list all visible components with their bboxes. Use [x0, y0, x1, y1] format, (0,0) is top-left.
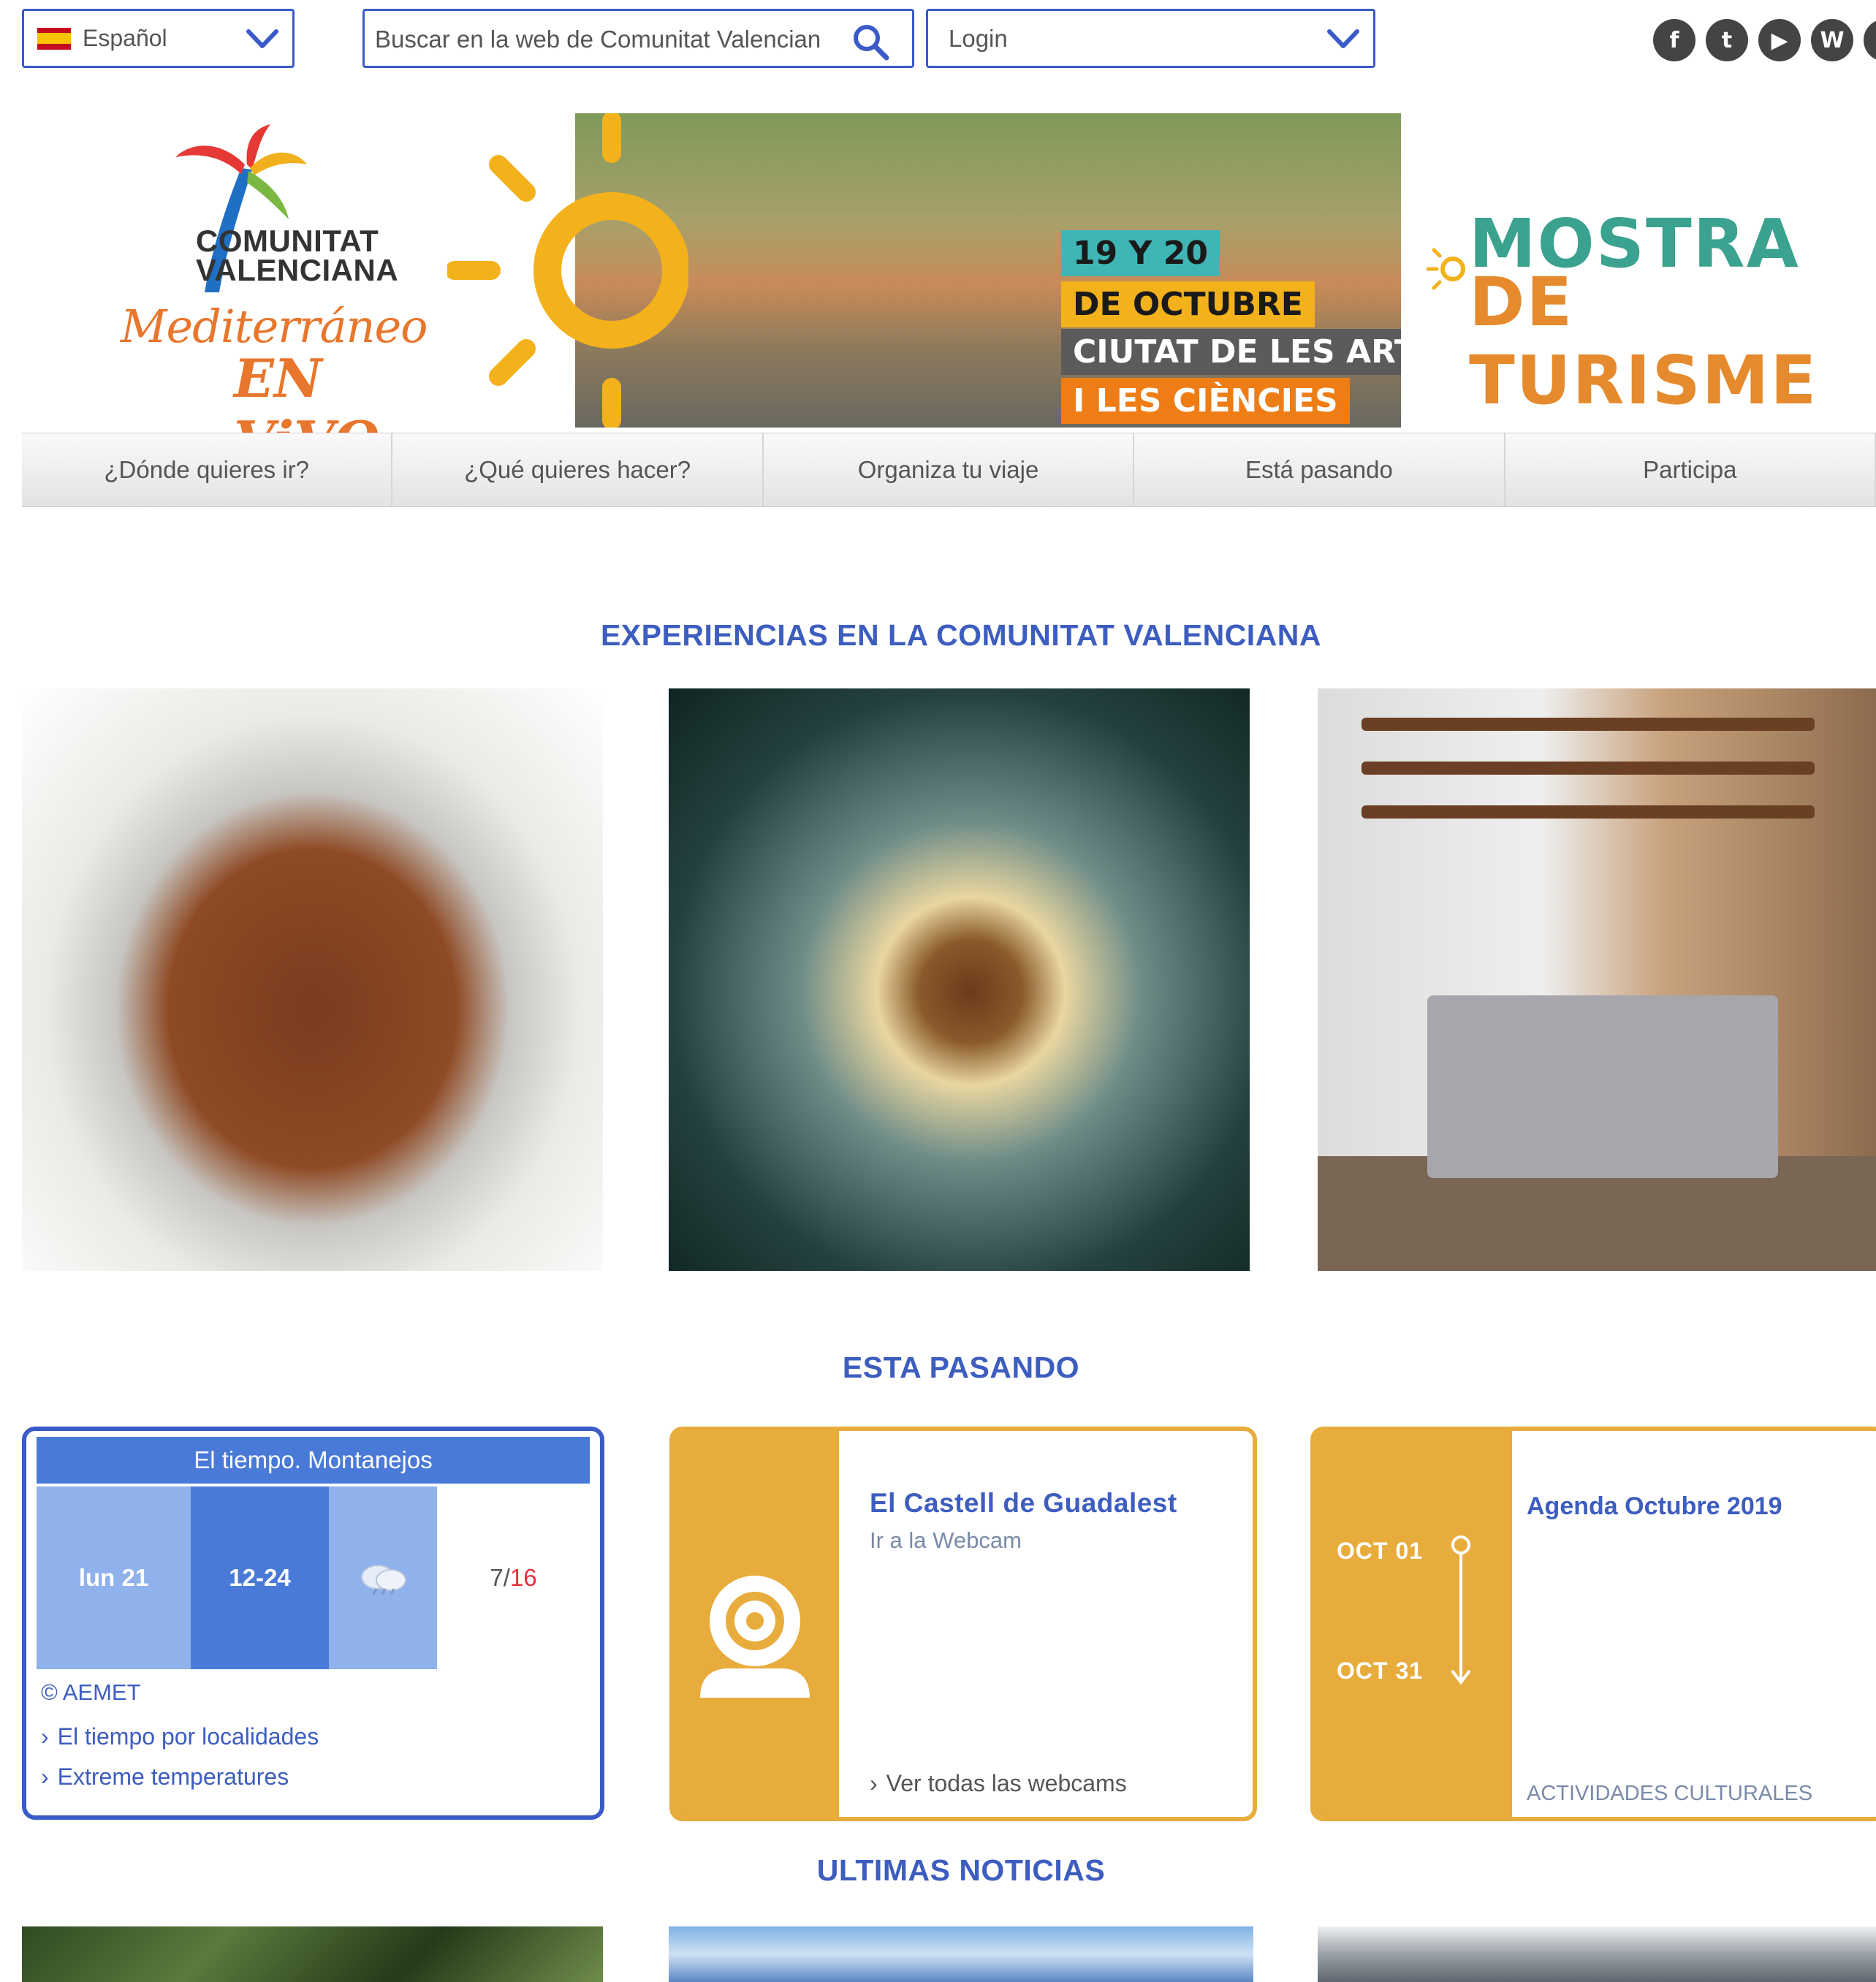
- all-webcams-label: Ver todas las webcams: [886, 1770, 1127, 1796]
- youtube-icon[interactable]: ▶: [1758, 19, 1801, 61]
- news-tile[interactable]: [22, 1926, 603, 1982]
- ceiling-beam: [1362, 762, 1815, 775]
- webcam-card[interactable]: El Castell de Guadalest Ir a la Webcam ›…: [669, 1427, 1257, 1821]
- language-select[interactable]: Español: [22, 9, 295, 68]
- ceiling-beam: [1362, 718, 1815, 731]
- weather-hours: 12-24: [191, 1486, 329, 1669]
- banner-tag-venue2: I LES CIÈNCIES: [1061, 378, 1350, 424]
- logo-tagline1: Mediterráneo: [121, 300, 428, 353]
- logo-text: COMUNITAT VALENCIANA: [196, 226, 399, 287]
- chevron-right-icon: ›: [41, 1723, 49, 1750]
- wordpress-icon[interactable]: W: [1811, 19, 1853, 61]
- nav-item-participa[interactable]: Participa: [1505, 433, 1876, 506]
- search-input[interactable]: [373, 20, 822, 59]
- twitter-icon[interactable]: t: [1706, 19, 1748, 61]
- weather-title: El tiempo. Montanejos: [37, 1437, 590, 1484]
- social-links: f t ▶ W i: [1653, 19, 1876, 61]
- aemet-credit[interactable]: © AEMET: [41, 1679, 141, 1706]
- all-webcams-link[interactable]: › Ver todas las webcams: [870, 1770, 1127, 1797]
- weather-link-localidades[interactable]: › El tiempo por localidades: [41, 1723, 319, 1750]
- sun-graphic-icon: [447, 113, 688, 428]
- sun-small-icon: [1426, 248, 1465, 290]
- language-label: Español: [83, 25, 167, 51]
- chevron-right-icon: ›: [41, 1763, 49, 1790]
- agenda-end-date: OCT 31: [1337, 1658, 1424, 1684]
- main-nav: ¿Dónde quieres ir? ¿Qué quieres hacer? O…: [22, 433, 1876, 507]
- login-label: Login: [949, 24, 1008, 52]
- section-title-news: ULTIMAS NOTICIAS: [816, 1853, 1106, 1887]
- section-title-experiences: EXPERIENCIAS EN LA COMUNITAT VALENCIANA: [600, 618, 1322, 652]
- bed: [1427, 995, 1778, 1178]
- spain-flag-icon: [37, 27, 71, 50]
- agenda-category[interactable]: ACTIVIDADES CULTURALES: [1527, 1782, 1812, 1806]
- mostra-subtitle: DE TURISME: [1469, 263, 1818, 419]
- webcam-link[interactable]: Ir a la Webcam: [870, 1527, 1022, 1554]
- webcam-title[interactable]: El Castell de Guadalest: [870, 1488, 1177, 1519]
- instagram-icon[interactable]: i: [1864, 19, 1876, 61]
- agenda-side-panel: OCT 01 OCT 31: [1315, 1431, 1512, 1817]
- nav-item-que-hacer[interactable]: ¿Qué quieres hacer?: [392, 433, 764, 506]
- banner-tag-month: DE OCTUBRE: [1061, 281, 1315, 327]
- weather-link-extreme[interactable]: › Extreme temperatures: [41, 1763, 289, 1791]
- date-range-arrow-icon: [1451, 1535, 1471, 1685]
- mostra-de-turisme-logo[interactable]: MOSTRA DE TURISME: [1425, 175, 1876, 419]
- nav-item-organiza-viaje[interactable]: Organiza tu viaje: [764, 433, 1135, 506]
- weather-cell-icon: [329, 1486, 437, 1669]
- section-title-happening: ESTA PASANDO: [842, 1351, 1080, 1384]
- banner-tag-venue1: CIUTAT DE LES ARTS: [1061, 329, 1401, 375]
- temp-min: 7: [490, 1564, 504, 1591]
- agenda-title[interactable]: Agenda Octubre 2019: [1527, 1492, 1782, 1521]
- banner-tag-dates: 19 Y 20: [1061, 230, 1220, 276]
- weather-temps: 7 / 16: [437, 1486, 590, 1669]
- agenda-card[interactable]: OCT 01 OCT 31 Agenda Octubre 2019 ACTIVI…: [1310, 1427, 1876, 1821]
- event-banner[interactable]: 19 Y 20 DE OCTUBRE CIUTAT DE LES ARTS I …: [447, 113, 1401, 428]
- facebook-icon[interactable]: f: [1653, 19, 1695, 61]
- login-select[interactable]: Login: [926, 9, 1375, 68]
- comunitat-valenciana-logo[interactable]: COMUNITATVALENCIANA Mediterráneo EN ViVO: [110, 124, 428, 471]
- chevron-down-icon: [1327, 29, 1359, 48]
- cloud-rain-icon: [361, 1565, 406, 1595]
- weather-day: lun 21: [37, 1486, 191, 1669]
- nav-item-esta-pasando[interactable]: Está pasando: [1134, 433, 1505, 506]
- weather-link-label: El tiempo por localidades: [57, 1723, 319, 1750]
- weather-widget: El tiempo. Montanejos lun 21 12-24 7 / 1…: [22, 1427, 604, 1820]
- experience-tile-hotel-room[interactable]: [1318, 688, 1876, 1271]
- temp-max: 16: [509, 1564, 537, 1591]
- chevron-down-icon: [246, 29, 278, 48]
- news-tile[interactable]: [669, 1926, 1253, 1982]
- chevron-right-icon: ›: [870, 1770, 878, 1796]
- temp-sep: /: [503, 1564, 510, 1591]
- search-icon[interactable]: [851, 22, 890, 61]
- news-tile[interactable]: [1318, 1926, 1876, 1982]
- webcam-icon: [700, 1576, 810, 1698]
- weather-link-label: Extreme temperatures: [57, 1763, 289, 1790]
- logo-line2: VALENCIANA: [196, 253, 399, 287]
- search-box: [362, 9, 914, 68]
- ceiling-beam: [1362, 805, 1815, 819]
- nav-item-donde-ir[interactable]: ¿Dónde quieres ir?: [22, 433, 393, 506]
- webcam-side-panel: [674, 1431, 839, 1817]
- experience-tile-sea-anemone[interactable]: [669, 688, 1250, 1271]
- agenda-start-date: OCT 01: [1337, 1538, 1424, 1564]
- experience-tile-food[interactable]: [22, 688, 603, 1271]
